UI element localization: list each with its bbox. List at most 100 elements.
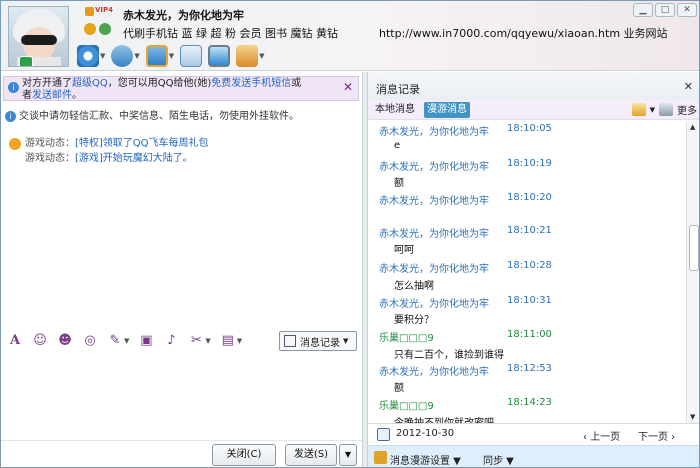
- chat-header: VIP4 赤木发光，为你化地为牢 代刷手机钻 蓝 绿 超 粉 会员 图书 魔钻 …: [1, 1, 699, 71]
- voice-call-icon: [111, 45, 134, 67]
- sender-name[interactable]: 赤木发光，为你化地为牢: [379, 123, 489, 138]
- game-icon: [9, 138, 21, 150]
- video-call-button[interactable]: ▼: [77, 45, 105, 67]
- message-text: e: [394, 140, 401, 151]
- scroll-up-icon[interactable]: ▲: [690, 123, 695, 131]
- history-footer: 消息漫游设置 ▼ 同步 ▼: [368, 445, 699, 467]
- chevron-down-icon[interactable]: ▼: [259, 52, 264, 60]
- send-file-button[interactable]: ▼: [145, 45, 174, 67]
- font-icon[interactable]: A: [7, 333, 23, 349]
- remote-assist-icon: [208, 45, 231, 67]
- sender-name[interactable]: 乐巢□□□9: [379, 329, 434, 344]
- calendar-icon[interactable]: [377, 428, 390, 441]
- emoticon-icon[interactable]: ☺: [32, 333, 48, 349]
- message-time: 18:10:05: [507, 123, 552, 134]
- game-updates: 游戏动态：[特权]领取了QQ飞车每周礼包 游戏动态：[游戏]开始玩魔幻大陆了。: [9, 136, 209, 166]
- message-time: 18:10:28: [507, 260, 552, 271]
- history-date[interactable]: 2012-10-30: [396, 428, 454, 439]
- chat-toolbar: ▼ ▼ ▼ ▼: [77, 43, 265, 69]
- doodle-icon[interactable]: ✎: [107, 333, 123, 349]
- tab-local-messages[interactable]: 本地消息: [372, 102, 418, 118]
- chevron-down-icon[interactable]: ▼: [237, 337, 242, 345]
- message-text: 呵呵: [394, 245, 414, 256]
- roam-settings-button[interactable]: 消息漫游设置 ▼: [390, 452, 461, 467]
- game-update-item: 游戏动态：[游戏]开始玩魔幻大陆了。: [25, 153, 193, 164]
- message-text: 额: [394, 178, 404, 189]
- close-notice-button[interactable]: ✕: [343, 81, 353, 93]
- chevron-down-icon[interactable]: ▼: [205, 337, 210, 345]
- sender-name[interactable]: 乐巢□□□9: [379, 397, 434, 412]
- message-time: 18:10:19: [507, 158, 552, 169]
- chevron-down-icon[interactable]: ▼: [650, 106, 655, 114]
- sender-name[interactable]: 赤木发光，为你化地为牢: [379, 260, 489, 275]
- video-call-icon: [77, 45, 99, 67]
- qq-show-icon[interactable]: [84, 23, 96, 35]
- message-time: 18:10:20: [507, 192, 552, 203]
- vip-badge[interactable]: VIP4: [85, 6, 113, 18]
- scroll-down-icon[interactable]: ▼: [690, 413, 695, 421]
- next-page-button[interactable]: 下一页 ›: [638, 428, 675, 443]
- contact-url: http://www.in7000.com/qqyewu/xiaoan.htm …: [379, 27, 668, 40]
- send-image-icon[interactable]: ▣: [138, 333, 154, 349]
- send-options-button[interactable]: ▼: [339, 444, 357, 466]
- history-pager: 2012-10-30 ‹ 上一页 下一页 ›: [368, 423, 699, 445]
- screenshot-icon[interactable]: ✂: [188, 333, 204, 349]
- prev-page-button[interactable]: ‹ 上一页: [583, 428, 620, 443]
- app-menu-icon: [236, 45, 259, 67]
- sender-name[interactable]: 赤木发光，为你化地为牢: [379, 295, 489, 310]
- tab-roaming-messages[interactable]: 漫游消息: [424, 102, 470, 118]
- qq-game-icon[interactable]: [99, 23, 111, 35]
- chat-pane: i 对方开通了超级QQ，您可以用QQ给他(她)免费发送手机短信或 者发送邮件。 …: [1, 72, 362, 467]
- message-time: 18:12:53: [507, 363, 552, 374]
- more-button[interactable]: 更多: [677, 102, 697, 117]
- send-mail-link[interactable]: 发送邮件: [32, 90, 72, 101]
- message-time: 18:11:00: [507, 329, 552, 340]
- magic-emoticon-icon[interactable]: ☻: [57, 333, 73, 349]
- close-button[interactable]: 关闭(C): [212, 444, 276, 466]
- chevron-down-icon[interactable]: ▼: [134, 52, 139, 60]
- message-time: 18:10:31: [507, 295, 552, 306]
- chevron-down-icon[interactable]: ▼: [100, 52, 105, 60]
- speaker-icon[interactable]: [659, 103, 673, 116]
- super-qq-link[interactable]: 超级QQ: [72, 78, 108, 89]
- export-icon[interactable]: [631, 103, 646, 116]
- chevron-down-icon[interactable]: ▼: [169, 52, 174, 60]
- game-update-link[interactable]: [特权]领取了QQ飞车每周礼包: [75, 138, 209, 149]
- message-text: 只有二百个，谁捡到谁得: [394, 350, 504, 361]
- briefcase-icon[interactable]: ▤: [220, 333, 236, 349]
- message-input[interactable]: [1, 354, 362, 440]
- sync-button[interactable]: 同步 ▼: [483, 452, 514, 467]
- sender-name[interactable]: 赤木发光，为你化地为牢: [379, 192, 489, 207]
- maximize-button[interactable]: □: [655, 3, 675, 17]
- sender-name[interactable]: 赤木发光，为你化地为牢: [379, 158, 489, 173]
- free-sms-link[interactable]: 免费发送手机短信: [211, 78, 291, 89]
- shake-window-icon[interactable]: ◎: [82, 333, 98, 349]
- history-icon: [284, 335, 296, 347]
- sender-name[interactable]: 赤木发光，为你化地为牢: [379, 363, 489, 378]
- message-text: 怎么抽啊: [394, 281, 434, 292]
- chevron-down-icon[interactable]: ▼: [124, 337, 129, 345]
- create-discussion-button[interactable]: [180, 45, 203, 67]
- scrollbar-thumb[interactable]: [689, 225, 699, 271]
- contact-nickname[interactable]: 赤木发光，为你化地为牢: [123, 7, 244, 23]
- contact-avatar[interactable]: [8, 6, 69, 67]
- minimize-button[interactable]: ▁: [633, 3, 653, 17]
- message-text: 要积分？: [394, 315, 434, 326]
- app-menu-button[interactable]: ▼: [236, 45, 265, 67]
- window-controls: ▁ □ ✕: [633, 3, 697, 17]
- info-icon: i: [8, 82, 19, 93]
- close-window-button[interactable]: ✕: [677, 3, 697, 17]
- game-update-link[interactable]: [游戏]开始玩魔幻大陆了。: [75, 153, 193, 164]
- super-qq-notice: i 对方开通了超级QQ，您可以用QQ给他(她)免费发送手机短信或 者发送邮件。 …: [3, 76, 359, 101]
- message-text: 额: [394, 383, 404, 394]
- sender-name[interactable]: 赤木发光，为你化地为牢: [379, 225, 489, 240]
- chevron-down-icon: ▼: [343, 337, 349, 345]
- close-history-button[interactable]: ✕: [684, 80, 693, 93]
- message-history-button[interactable]: 消息记录 ▼: [279, 331, 357, 351]
- music-icon[interactable]: ♪: [163, 333, 179, 349]
- send-file-icon: [145, 45, 168, 67]
- voice-call-button[interactable]: ▼: [111, 45, 140, 67]
- remote-assist-button[interactable]: [208, 45, 231, 67]
- history-scrollbar[interactable]: ▲ ▼: [686, 121, 699, 423]
- send-button[interactable]: 发送(S): [285, 444, 337, 466]
